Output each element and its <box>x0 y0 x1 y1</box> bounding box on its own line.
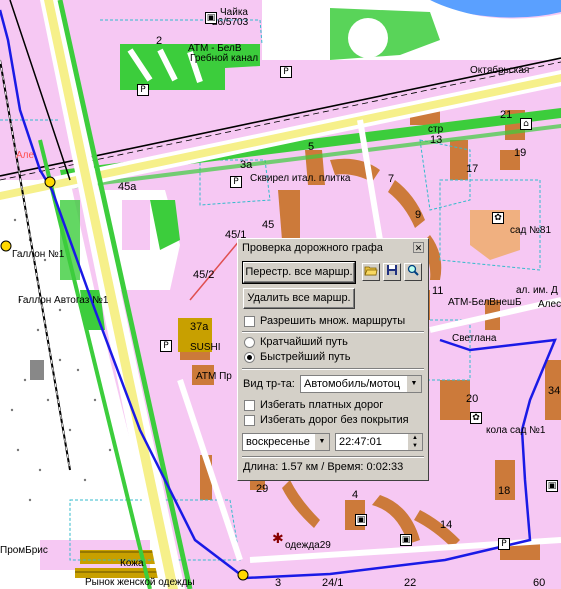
map-label-company: ПромБрис <box>0 545 48 556</box>
allow-multiple-label: Разрешить множ. маршруты <box>260 315 406 327</box>
map-label-atm: АТМ Пр <box>196 371 232 382</box>
close-icon[interactable]: ✕ <box>413 242 424 253</box>
shortest-route-label: Кратчайший путь <box>260 336 348 348</box>
avoid-unpaved-label: Избегать дорог без покрытия <box>260 414 409 426</box>
map-number: 14 <box>440 519 453 531</box>
map-number: 20 <box>466 393 479 405</box>
map-number: 2 <box>156 35 163 47</box>
map-label-kindergarten: сад №81 <box>510 225 552 236</box>
shop-icon: ▣ <box>355 514 367 526</box>
map-number: 24/1 <box>322 577 344 589</box>
avoid-toll-checkbox[interactable] <box>244 400 255 411</box>
delete-all-routes-button[interactable]: Удалить все маршр. <box>243 288 355 309</box>
map-label-canal: Гребной канал <box>190 53 259 64</box>
map-label-school: кола сад №1 <box>486 425 546 436</box>
map-number: 4 <box>352 489 359 501</box>
map-label-atm: АТМ-БелВнешБ <box>448 297 522 308</box>
parking-icon: P <box>280 66 292 78</box>
map-number: 29 <box>256 483 269 495</box>
time-spin-icon[interactable]: ▲ ▼ <box>407 434 422 450</box>
map-number: 45а <box>118 181 137 193</box>
dialog-title-bar[interactable]: Проверка дорожного графа ✕ <box>240 241 426 255</box>
open-folder-icon[interactable] <box>362 263 380 281</box>
map-label-shop: Кожа <box>120 558 144 569</box>
divider <box>242 368 424 370</box>
map-label-shop: Светлана <box>452 333 497 344</box>
parking-icon: P <box>160 340 172 352</box>
chevron-down-icon[interactable]: ▼ <box>314 434 329 450</box>
map-number: 34 <box>548 385 561 397</box>
day-of-week-value: воскресенье <box>246 436 310 448</box>
vehicle-type-label: Вид тр-та: <box>243 378 295 390</box>
map-label-address: 26/5703 <box>212 17 249 28</box>
map-label-shop: одежда29 <box>285 540 331 551</box>
map-label-cafe: SUSHI <box>190 342 221 353</box>
map-number: 11 <box>432 285 444 297</box>
allow-multiple-checkbox[interactable] <box>244 316 255 327</box>
map-number: 3а <box>240 159 253 171</box>
map-number: 21 <box>500 109 513 121</box>
map-number: 60 <box>533 577 546 589</box>
map-number: 18 <box>498 485 511 497</box>
fastest-route-label: Быстрейший путь <box>260 351 351 363</box>
map-number: 9 <box>415 209 422 221</box>
vehicle-type-value: Автомобиль/мотоц <box>304 378 401 390</box>
time-value: 22:47:01 <box>339 436 382 448</box>
map-label-gas-station: Галлон Автогаз №1 <box>18 295 109 306</box>
map-number: 19 <box>514 147 527 159</box>
map-label-street: Але <box>16 150 35 161</box>
camera-icon: ▣ <box>205 12 217 24</box>
map-number: 17 <box>466 163 479 175</box>
day-of-week-select[interactable]: воскресенье ▼ <box>242 433 330 451</box>
map-number: 37а <box>190 321 209 333</box>
time-input[interactable]: 22:47:01 ▲ ▼ <box>335 433 423 451</box>
shop-icon: ▣ <box>400 534 412 546</box>
map-label-gas-station: Галлон №1 <box>12 249 65 260</box>
map-number: 3 <box>275 577 282 589</box>
search-icon[interactable] <box>404 263 422 281</box>
shortest-route-radio[interactable] <box>244 337 255 348</box>
map-label-shop: Алеся <box>538 299 561 310</box>
building-icon: ⌂ <box>520 118 532 130</box>
chevron-down-icon[interactable]: ▼ <box>406 376 421 392</box>
fastest-route-radio[interactable] <box>244 352 255 363</box>
vehicle-type-select[interactable]: Автомобиль/мотоц ▼ <box>300 375 422 393</box>
map-label-alley: ал. им. Д <box>516 285 558 296</box>
map-number: 45/2 <box>193 269 215 281</box>
route-check-dialog: Проверка дорожного графа ✕ Перестр. все … <box>237 238 429 481</box>
parking-icon: P <box>230 176 242 188</box>
map-label-shop: Сквирел итал. плитка <box>250 173 351 184</box>
map-number: 22 <box>404 577 417 589</box>
parking-icon: P <box>137 84 149 96</box>
avoid-unpaved-checkbox[interactable] <box>244 415 255 426</box>
avoid-toll-label: Избегать платных дорог <box>260 399 384 411</box>
shop-icon: ▣ <box>546 480 558 492</box>
save-icon[interactable] <box>383 263 401 281</box>
parking-icon: P <box>498 538 510 550</box>
route-status: Длина: 1.57 км / Время: 0:02:33 <box>243 461 404 473</box>
map-number: 13 <box>430 134 443 146</box>
svg-text:✱: ✱ <box>272 531 284 547</box>
kindergarten-icon: ✿ <box>492 212 504 224</box>
map-number: 45 <box>262 219 275 231</box>
map-number: 7 <box>388 173 395 185</box>
school-icon: ✿ <box>470 412 482 424</box>
dialog-title: Проверка дорожного графа <box>242 242 383 254</box>
map-number: 5 <box>308 141 315 153</box>
recalc-all-routes-button[interactable]: Перестр. все маршр. <box>242 261 356 284</box>
map-label-street: Октябрьская <box>470 65 530 76</box>
map-label-market: Рынок женской одежды <box>85 577 195 588</box>
divider <box>242 331 424 333</box>
divider <box>242 456 424 458</box>
